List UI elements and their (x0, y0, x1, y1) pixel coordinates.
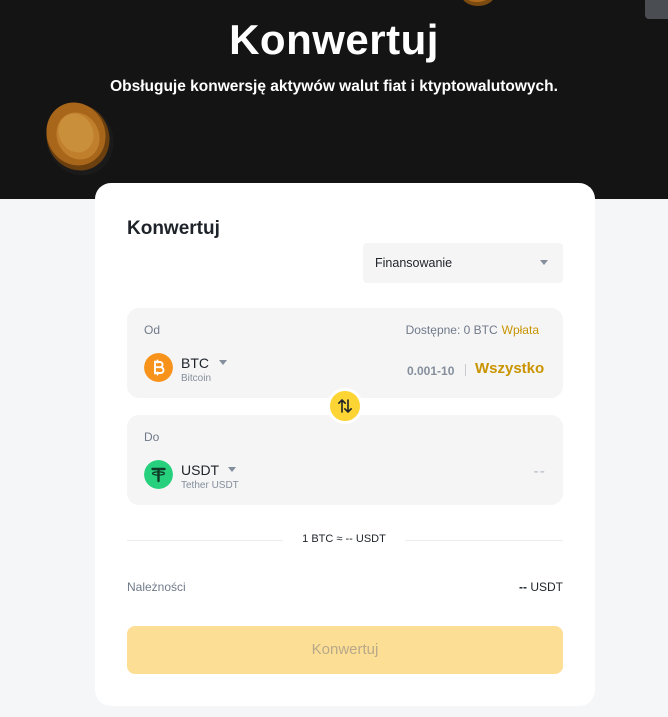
to-asset-symbol: USDT (181, 462, 220, 478)
receive-value: -- USDT (519, 580, 563, 594)
to-asset-select[interactable]: USDT Tether USDT (144, 460, 264, 492)
coin-decoration-icon (463, 0, 493, 6)
available-text: Dostępne: 0 BTC (405, 323, 498, 337)
coin-decoration-icon (46, 102, 114, 176)
from-label: Od (144, 323, 161, 337)
max-button[interactable]: Wszystko (475, 360, 544, 377)
to-panel: Do USDT Tether USDT -- (127, 415, 563, 505)
from-panel: Od Dostępne: 0 BTC Wpłata BTC Bitcoin 0.0… (127, 308, 563, 398)
bitcoin-icon (144, 353, 173, 382)
tether-icon (144, 460, 173, 489)
available-balance: Dostępne: 0 BTC Wpłata (406, 323, 539, 337)
from-asset-select[interactable]: BTC Bitcoin (144, 353, 264, 385)
divider (465, 364, 466, 376)
divider (127, 540, 283, 541)
card-title: Konwertuj (127, 218, 220, 239)
chevron-down-icon (228, 467, 236, 472)
swap-button[interactable] (327, 388, 363, 424)
convert-card: Konwertuj Finansowanie Od Dostępne: 0 BT… (95, 183, 595, 706)
receive-amount: -- (518, 580, 527, 594)
wallet-select[interactable]: Finansowanie (363, 243, 563, 283)
page-subtitle: Obsługuje konwersję aktywów walut fiat i… (110, 78, 558, 95)
to-label: Do (144, 430, 160, 444)
amount-range: 0.001-10 (407, 364, 455, 378)
deposit-link[interactable]: Wpłata (502, 323, 539, 337)
wallet-select-label: Finansowanie (375, 256, 453, 270)
from-asset-name: Bitcoin (181, 373, 212, 384)
divider (405, 540, 563, 541)
page-title: Konwertuj (229, 16, 439, 63)
receive-label: Należności (127, 580, 186, 594)
to-amount: -- (533, 463, 546, 480)
convert-button[interactable]: Konwertuj (127, 626, 563, 674)
to-asset-name: Tether USDT (181, 480, 239, 491)
exchange-rate: 1 BTC ≈ -- USDT (302, 533, 386, 545)
receive-unit: USDT (530, 580, 563, 594)
swap-arrows-icon (338, 399, 352, 413)
from-asset-symbol: BTC (181, 355, 209, 371)
chevron-down-icon (540, 260, 548, 265)
hero-banner: Konwertuj Obsługuje konwersję aktywów wa… (0, 0, 668, 199)
chevron-down-icon (219, 360, 227, 365)
